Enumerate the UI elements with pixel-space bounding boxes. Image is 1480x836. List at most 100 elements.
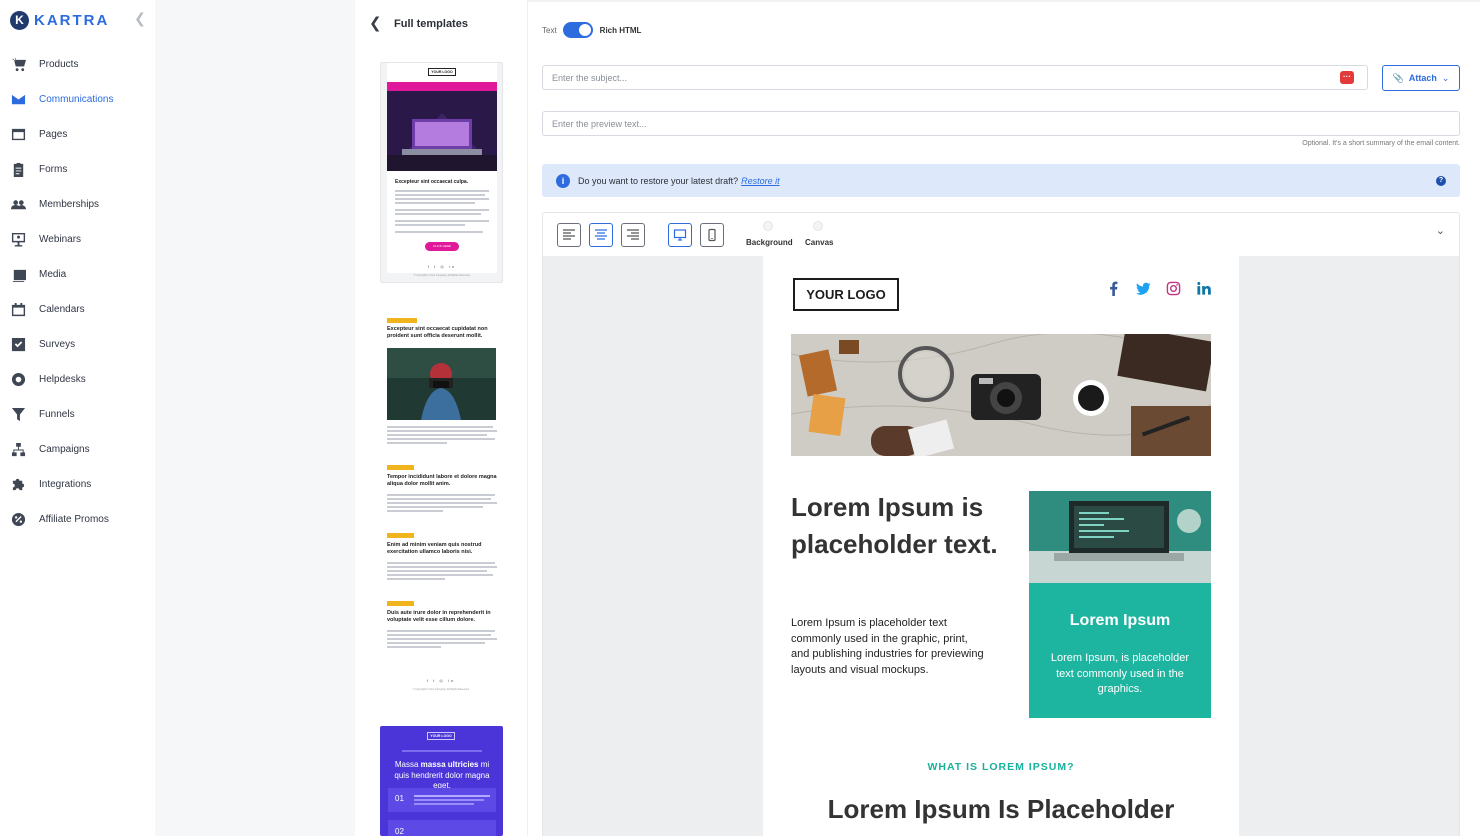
thumb-text-line <box>387 494 495 496</box>
twitter-icon[interactable] <box>1128 280 1158 296</box>
sidebar-item-memberships[interactable]: Memberships <box>0 187 155 222</box>
email-editor: Text Rich HTML ··· 📎 Attach ⌄ Optional. … <box>528 0 1480 836</box>
restore-draft-message: Do you want to restore your latest draft… <box>578 175 739 186</box>
align-left-icon <box>563 229 575 240</box>
chevron-left-icon[interactable]: ❮ <box>369 16 382 32</box>
sidebar-item-affiliate-promos[interactable]: Affiliate Promos <box>0 502 155 537</box>
sidebar-item-integrations[interactable]: Integrations <box>0 467 155 502</box>
feature-card[interactable]: Lorem Ipsum Lorem Ipsum, is placeholder … <box>1029 491 1211 718</box>
preview-text-hint: Optional. It's a short summary of the em… <box>1302 140 1460 147</box>
thumb-intro-pre: Massa <box>394 760 421 769</box>
email-canvas: Background Canvas ⌄ YOUR LOGO Lorem Ipsu… <box>542 212 1460 836</box>
sidebar-item-campaigns[interactable]: Campaigns <box>0 432 155 467</box>
thumb-photographer-image <box>387 348 496 420</box>
attach-button[interactable]: 📎 Attach ⌄ <box>1382 65 1460 91</box>
sidebar-item-forms[interactable]: Forms <box>0 152 155 187</box>
format-toggle-row: Text Rich HTML <box>542 20 641 40</box>
thumb-item-number: 02 <box>395 827 404 836</box>
puzzle-icon <box>11 477 26 492</box>
template-thumbnail-2[interactable]: Excepteur sint occaecat cupidatat non pr… <box>380 310 503 700</box>
thumb-text-line <box>395 213 481 215</box>
sidebar-item-label: Products <box>39 59 79 70</box>
sidebar: K KARTRA ❮ Products Communications Pages… <box>0 0 155 836</box>
thumb-heading: Tempor incididunt labore et dolore magna… <box>387 474 497 487</box>
linkedin-icon[interactable] <box>1188 280 1218 296</box>
align-right-button[interactable] <box>621 223 645 247</box>
funnel-icon <box>11 407 26 422</box>
sidebar-item-label: Surveys <box>39 339 76 350</box>
thumb-tag <box>387 601 414 606</box>
help-icon[interactable]: ? <box>1436 176 1446 186</box>
sidebar-item-surveys[interactable]: Surveys <box>0 327 155 362</box>
templates-panel: ❮ Full templates YOUR LOGO Excepteur sin… <box>355 0 528 836</box>
sidebar-item-media[interactable]: Media <box>0 257 155 292</box>
instagram-icon[interactable] <box>1158 280 1188 296</box>
thumb-button: CLICK HERE <box>425 242 459 251</box>
background-color-swatch[interactable] <box>763 221 773 231</box>
sidebar-item-communications[interactable]: Communications <box>0 82 155 117</box>
align-center-button[interactable] <box>589 223 613 247</box>
laptop-image <box>1029 491 1211 583</box>
thumb-logo: YOUR LOGO <box>428 68 456 76</box>
sidebar-item-funnels[interactable]: Funnels <box>0 397 155 432</box>
thumb-text-line <box>402 750 482 752</box>
sidebar-item-calendars[interactable]: Calendars <box>0 292 155 327</box>
card-text: Lorem Ipsum, is placeholder text commonl… <box>1050 652 1190 695</box>
chevron-down-icon: ⌄ <box>1441 72 1450 83</box>
merge-tags-icon[interactable]: ··· <box>1340 71 1354 84</box>
preview-text-input[interactable] <box>542 111 1460 136</box>
mobile-view-button[interactable] <box>700 223 724 247</box>
sidebar-item-label: Webinars <box>39 234 82 245</box>
sidebar-item-pages[interactable]: Pages <box>0 117 155 152</box>
switch-knob <box>578 24 591 36</box>
facebook-icon[interactable] <box>1098 280 1128 296</box>
sidebar-item-helpdesks[interactable]: Helpdesks <box>0 362 155 397</box>
social-links <box>1098 280 1218 296</box>
thumb-text-line <box>387 574 493 576</box>
align-left-button[interactable] <box>557 223 581 247</box>
thumb-text-line <box>387 434 487 436</box>
page-gutter <box>155 0 355 836</box>
sitemap-icon <box>11 442 26 457</box>
email-preview: YOUR LOGO Lorem Ipsum is placeholder tex… <box>763 256 1239 836</box>
thumb-text-line <box>414 795 490 797</box>
checkbox-icon <box>11 337 26 352</box>
thumb-social-row: f t ◎ in <box>426 678 456 683</box>
sidebar-item-label: Affiliate Promos <box>39 514 109 525</box>
sidebar-item-label: Funnels <box>39 409 75 420</box>
sidebar-item-label: Calendars <box>39 304 85 315</box>
email-headline[interactable]: Lorem Ipsum is placeholder text. <box>791 489 1001 563</box>
collapse-sidebar-icon[interactable]: ❮ <box>133 10 147 26</box>
canvas-label: Canvas <box>805 238 834 247</box>
subject-input[interactable] <box>542 65 1368 90</box>
canvas-color-swatch[interactable] <box>813 221 823 231</box>
thumb-text-line <box>414 799 484 801</box>
sidebar-item-label: Communications <box>39 94 114 105</box>
thumb-heading: Excepteur sint occaecat cupidatat non pr… <box>387 326 488 339</box>
template-thumbnail-1[interactable]: YOUR LOGO Excepteur sint occaecat culpa.… <box>380 62 503 283</box>
presentation-icon <box>11 232 26 247</box>
email-body-text[interactable]: Lorem Ipsum is placeholder text commonly… <box>791 616 986 678</box>
kartra-logo-icon: K <box>10 10 29 30</box>
sidebar-item-webinars[interactable]: Webinars <box>0 222 155 257</box>
desktop-view-button[interactable] <box>668 223 692 247</box>
sidebar-item-products[interactable]: Products <box>0 47 155 82</box>
section-title[interactable]: Lorem Ipsum Is Placeholder <box>763 794 1239 825</box>
lifebuoy-icon <box>11 372 26 387</box>
thumb-text-line <box>387 562 495 564</box>
thumb-text-line <box>387 498 491 500</box>
thumb-text-line <box>395 220 489 222</box>
section-kicker[interactable]: WHAT IS LOREM IPSUM? <box>763 761 1239 773</box>
chevron-down-icon[interactable]: ⌄ <box>1436 224 1445 237</box>
brand-logo[interactable]: K KARTRA <box>10 9 109 31</box>
restore-draft-link[interactable]: Restore it <box>741 176 780 186</box>
thumb-text-line <box>395 224 465 226</box>
thumb-text-line <box>387 506 483 508</box>
thumb-footer: © Copyright to Your Company. All Rights … <box>413 274 471 277</box>
image-gallery-icon <box>11 267 26 282</box>
card-title: Lorem Ipsum <box>1069 612 1171 629</box>
rich-html-switch[interactable] <box>562 22 593 38</box>
brand-name: KARTRA <box>34 11 110 29</box>
template-thumbnail-3[interactable]: YOUR LOGO Massa massa ultricies mi quis … <box>380 726 503 836</box>
email-logo[interactable]: YOUR LOGO <box>793 278 899 311</box>
